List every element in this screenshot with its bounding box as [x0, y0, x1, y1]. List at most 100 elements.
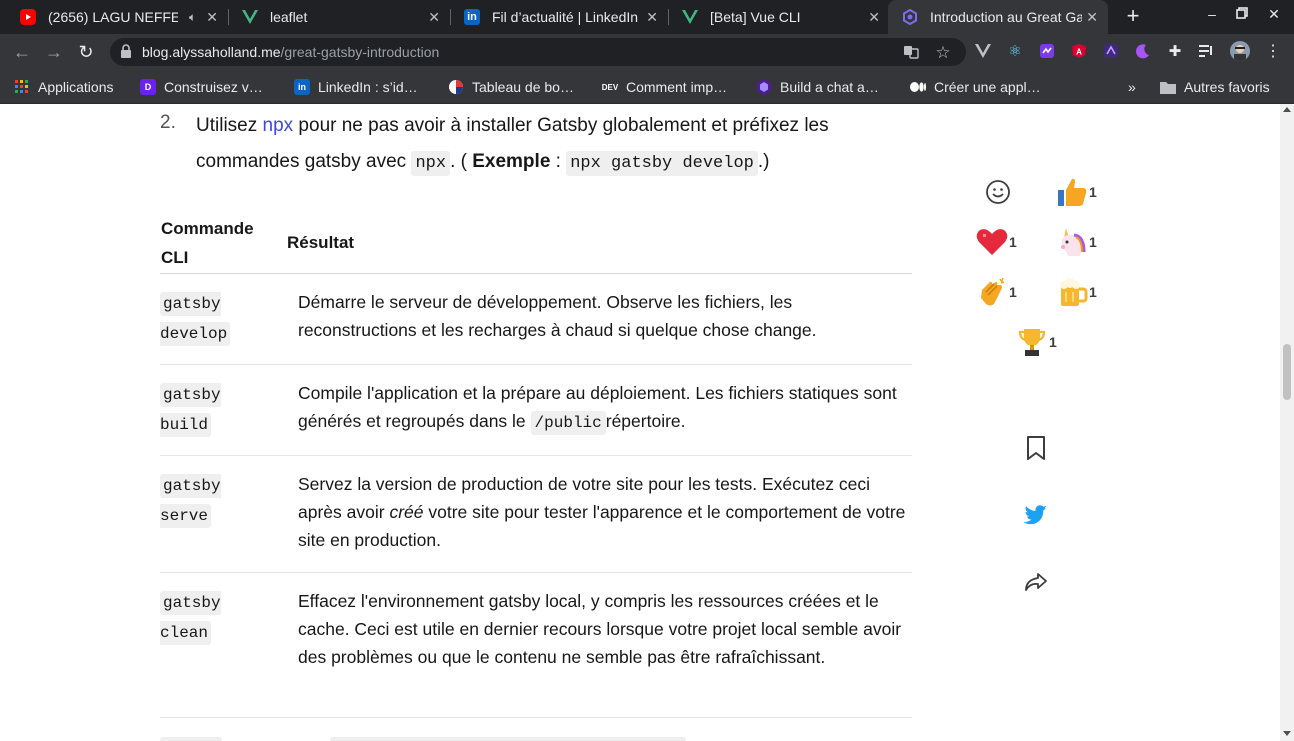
command-code: gatsby build: [160, 383, 221, 437]
tab-vue-cli[interactable]: [Beta] Vue CLI ✕: [668, 0, 890, 34]
bookmark-label: Créer une appl…: [934, 79, 1041, 95]
close-icon[interactable]: ✕: [206, 9, 218, 26]
table-row: gatsby build Compile l'application et la…: [160, 365, 912, 456]
new-tab-button[interactable]: +: [1121, 3, 1145, 31]
media-queue-icon[interactable]: [1198, 42, 1216, 60]
redux-icon[interactable]: [1102, 42, 1120, 60]
clap-icon: [975, 275, 1009, 309]
restore-icon[interactable]: [1232, 6, 1252, 22]
bookmark-label: LinkedIn : s’id…: [318, 79, 418, 95]
bookmark-label: Applications: [38, 79, 114, 95]
svg-text:A: A: [1076, 48, 1082, 57]
reaction-trophy[interactable]: 1: [1015, 325, 1057, 359]
scroll-down-arrow-icon[interactable]: [1283, 731, 1291, 736]
gatsby-icon: [902, 9, 918, 25]
close-icon[interactable]: ✕: [1086, 9, 1098, 26]
tab-youtube[interactable]: (2656) LAGU NEFFE 🔈︎ ✕: [6, 0, 228, 34]
audio-icon[interactable]: 🔈︎: [189, 10, 196, 25]
reaction-thumbs-up[interactable]: 1: [1055, 175, 1097, 209]
minimize-icon[interactable]: –: [1202, 6, 1222, 22]
medium-icon: [910, 79, 926, 95]
bookmark-creer[interactable]: Créer une appl…: [910, 77, 1041, 97]
back-icon[interactable]: ←: [10, 40, 34, 64]
angular-icon[interactable]: A: [1070, 42, 1088, 60]
twitter-share-icon[interactable]: [1022, 501, 1050, 529]
bookmark-label: Construisez v…: [164, 79, 263, 95]
bookmark-build-chat[interactable]: Build a chat a…: [756, 77, 879, 97]
table-row: gatsby serve Servez la version de produc…: [160, 456, 912, 573]
smiley-add-icon: [981, 175, 1015, 209]
page-scrollbar[interactable]: [1280, 104, 1294, 741]
close-icon[interactable]: ✕: [646, 9, 658, 26]
vue-icon: [682, 9, 698, 25]
forward-icon[interactable]: →: [42, 40, 66, 64]
reaction-count: 1: [1089, 284, 1097, 300]
table-row-partial: [160, 718, 912, 741]
profile-avatar[interactable]: [1230, 41, 1250, 61]
scrollbar-thumb[interactable]: [1283, 344, 1291, 400]
reaction-count: 1: [1009, 284, 1017, 300]
bookmark-label: Tableau de bo…: [472, 79, 574, 95]
address-bar[interactable]: blog.alyssaholland.me/great-gatsby-intro…: [110, 38, 966, 66]
tab-linkedin[interactable]: in Fil d’actualité | LinkedIn ✕: [450, 0, 668, 34]
npx-link[interactable]: npx: [263, 115, 294, 136]
star-bookmark-icon[interactable]: ☆: [934, 44, 952, 62]
vuejs-devtools-icon[interactable]: [974, 42, 992, 60]
tab-title: leaflet: [270, 9, 308, 25]
reaction-beer[interactable]: 1: [1055, 275, 1097, 309]
result-cell: Effacez l'environnement gatsby local, y …: [298, 591, 902, 667]
header-command: Commande CLI: [161, 219, 254, 267]
tab-title: [Beta] Vue CLI: [710, 9, 801, 25]
dark-mode-icon[interactable]: [1134, 42, 1152, 60]
inline-code: npx: [411, 151, 451, 176]
result-cell: Servez la version de production de votre…: [298, 474, 906, 550]
close-window-icon[interactable]: ✕: [1264, 6, 1284, 23]
tab-gatsby-active[interactable]: Introduction au Great Gatsby ✕: [888, 0, 1108, 34]
translate-icon[interactable]: [902, 44, 920, 62]
bookmark-purple-icon: D: [140, 79, 156, 95]
bookmark-label: Build a chat a…: [780, 79, 879, 95]
reaction-unicorn[interactable]: 1: [1055, 225, 1097, 259]
bookmark-save-icon[interactable]: [1022, 434, 1050, 462]
bookmark-linkedin[interactable]: in LinkedIn : s’id…: [294, 77, 418, 97]
close-icon[interactable]: ✕: [868, 9, 880, 26]
apps-grid-icon: [14, 79, 30, 95]
tab-bar: (2656) LAGU NEFFE 🔈︎ ✕ leaflet ✕ in Fil …: [0, 0, 1294, 34]
thumbs-up-icon: [1055, 175, 1089, 209]
bookmark-comment[interactable]: DEV Comment imp…: [602, 77, 727, 97]
share-icon[interactable]: [1022, 568, 1050, 596]
linkedin-icon: in: [464, 9, 480, 25]
tab-title: Introduction au Great Gatsby: [930, 9, 1082, 25]
tab-title: Fil d’actualité | LinkedIn: [492, 9, 639, 25]
reaction-clap[interactable]: 1: [975, 275, 1017, 309]
bookmark-tableau[interactable]: Tableau de bo…: [448, 77, 574, 97]
command-code: gatsby serve: [160, 474, 221, 528]
folder-icon: [1160, 79, 1176, 95]
more-menu-icon[interactable]: ⋮: [1264, 42, 1282, 60]
bookmark-autres-favoris[interactable]: Autres favoris: [1160, 77, 1270, 97]
vue-icon: [242, 9, 258, 25]
result-cell: Démarre le serveur de développement. Obs…: [298, 292, 817, 340]
extension-purple-icon[interactable]: [1038, 42, 1056, 60]
add-reaction-button[interactable]: [981, 175, 1015, 209]
dev-icon: DEV: [601, 82, 619, 92]
chat-app-icon: [756, 79, 772, 95]
scroll-up-arrow-icon[interactable]: [1283, 107, 1291, 112]
lock-icon: [120, 44, 134, 60]
close-icon[interactable]: ✕: [428, 9, 440, 26]
bookmark-construisez[interactable]: D Construisez v…: [140, 77, 263, 97]
dashboard-icon: [448, 79, 464, 95]
bookmarks-bar: Applications D Construisez v… in LinkedI…: [0, 70, 1294, 104]
tab-leaflet[interactable]: leaflet ✕: [228, 0, 450, 34]
reaction-heart[interactable]: 1: [975, 225, 1017, 259]
reaction-count: 1: [1089, 234, 1097, 250]
extensions-puzzle-icon[interactable]: ✚: [1166, 42, 1184, 60]
bookmarks-overflow-icon[interactable]: »: [1128, 77, 1136, 97]
command-code: gatsby clean: [160, 591, 221, 645]
react-devtools-icon[interactable]: ⚛: [1006, 42, 1024, 60]
reload-icon[interactable]: ↻: [74, 40, 98, 64]
bookmark-apps[interactable]: Applications: [14, 77, 114, 97]
inline-code: /public: [530, 411, 606, 435]
heart-icon: [975, 225, 1009, 259]
command-cell: gatsby build: [160, 380, 270, 440]
